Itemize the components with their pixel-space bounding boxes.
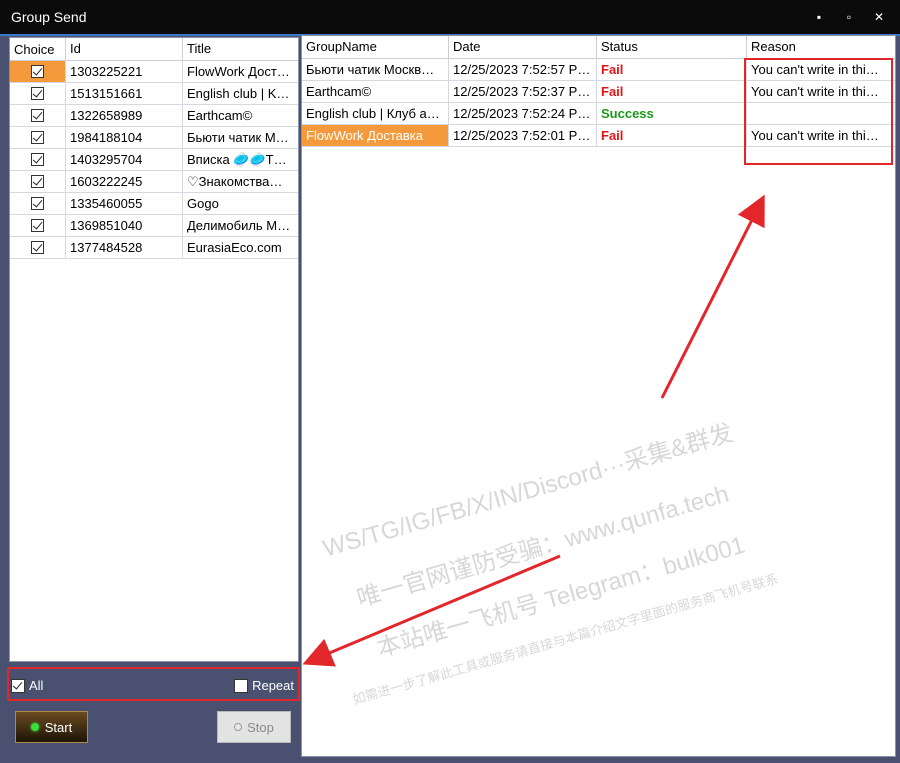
row-choice-cell[interactable]: [10, 237, 66, 258]
result-group-name: Earthcam©: [302, 81, 449, 102]
row-checkbox[interactable]: [31, 175, 44, 188]
result-date: 12/25/2023 7:52:01 P…: [449, 125, 597, 146]
repeat-option[interactable]: Repeat: [234, 678, 294, 693]
stop-indicator-icon: [234, 723, 243, 731]
row-title: Earthcam©: [187, 108, 253, 123]
row-id: 1603222245: [66, 171, 183, 192]
row-choice-cell[interactable]: [10, 61, 66, 82]
row-id: 1303225221: [66, 61, 183, 82]
group-row[interactable]: 1377484528 EurasiaEco.com: [10, 237, 298, 259]
result-row[interactable]: English club | Клуб а… 12/25/2023 7:52:24…: [302, 103, 895, 125]
result-reason: You can't write in thi…: [751, 62, 879, 77]
row-choice-cell[interactable]: [10, 127, 66, 148]
results-panel: GroupName Date Status Reason Бьюти чатик…: [301, 35, 896, 757]
all-label: All: [29, 678, 44, 693]
row-title: Бьюти чатик М…: [187, 130, 289, 145]
result-row[interactable]: Бьюти чатик Москв… 12/25/2023 7:52:57 P… F…: [302, 59, 895, 81]
row-id: 1377484528: [66, 237, 183, 258]
group-row[interactable]: 1303225221 FlowWork Дост…: [10, 61, 298, 83]
send-options: All Repeat: [7, 667, 300, 701]
row-checkbox[interactable]: [31, 87, 44, 100]
row-checkbox[interactable]: [31, 197, 44, 210]
row-choice-cell[interactable]: [10, 105, 66, 126]
header-status[interactable]: Status: [597, 36, 747, 58]
title-bar: Group Send ▪ ▫ ✕: [0, 0, 900, 34]
stop-button[interactable]: Stop: [217, 711, 291, 743]
result-status: Success: [597, 103, 747, 124]
repeat-checkbox[interactable]: [234, 678, 249, 693]
result-row[interactable]: Earthcam© 12/25/2023 7:52:37 P… Fail You ca…: [302, 81, 895, 103]
row-checkbox[interactable]: [31, 109, 44, 122]
repeat-label: Repeat: [252, 678, 294, 693]
start-button[interactable]: Start: [15, 711, 88, 743]
row-title: Вписка 🥏🥏T…: [187, 152, 287, 167]
window-controls: ▪ ▫ ✕: [806, 7, 892, 27]
start-label: Start: [44, 719, 73, 735]
row-choice-cell[interactable]: [10, 171, 66, 192]
stop-label: Stop: [247, 719, 274, 735]
row-title: Делимобиль М…: [187, 218, 291, 233]
row-title: Gogo: [187, 196, 219, 211]
result-status: Fail: [597, 81, 747, 102]
result-reason: [747, 103, 895, 124]
results-header: GroupName Date Status Reason: [302, 36, 895, 59]
row-id: 1513151661: [66, 83, 183, 104]
start-indicator-icon: [30, 723, 39, 731]
group-row[interactable]: 1403295704 Вписка 🥏🥏T…: [10, 149, 298, 171]
result-status: Fail: [597, 125, 747, 146]
header-group-name[interactable]: GroupName: [302, 36, 449, 58]
group-list-header: Choice Id Title: [10, 38, 298, 61]
result-group-name: Бьюти чатик Москв…: [302, 59, 449, 80]
minimize-icon[interactable]: ▪: [806, 7, 832, 27]
row-id: 1335460055: [66, 193, 183, 214]
all-option[interactable]: All: [11, 678, 43, 693]
result-date: 12/25/2023 7:52:57 P…: [449, 59, 597, 80]
result-reason: You can't write in thi…: [751, 128, 879, 143]
row-checkbox[interactable]: [31, 219, 44, 232]
group-row[interactable]: 1369851040 Делимобиль М…: [10, 215, 298, 237]
row-choice-cell[interactable]: [10, 83, 66, 104]
header-reason[interactable]: Reason: [747, 36, 895, 58]
maximize-icon[interactable]: ▫: [836, 7, 862, 27]
group-list-body: 1303225221 FlowWork Дост… 1513151661 Englis…: [10, 61, 298, 259]
result-date: 12/25/2023 7:52:37 P…: [449, 81, 597, 102]
group-row[interactable]: 1322658989 Earthcam©: [10, 105, 298, 127]
row-checkbox[interactable]: [31, 241, 44, 254]
result-row[interactable]: FlowWork Доставка 12/25/2023 7:52:01 P… Fa…: [302, 125, 895, 147]
header-id[interactable]: Id: [66, 38, 183, 60]
result-status: Fail: [597, 59, 747, 80]
row-checkbox[interactable]: [31, 153, 44, 166]
row-title: FlowWork Дост…: [187, 64, 290, 79]
close-icon[interactable]: ✕: [866, 7, 892, 27]
header-choice[interactable]: Choice: [10, 38, 66, 60]
row-checkbox[interactable]: [31, 131, 44, 144]
header-date[interactable]: Date: [449, 36, 597, 58]
row-id: 1403295704: [66, 149, 183, 170]
row-title: EurasiaEco.com: [187, 240, 282, 255]
result-reason: You can't write in thi…: [751, 84, 879, 99]
group-row[interactable]: 1984188104 Бьюти чатик М…: [10, 127, 298, 149]
row-choice-cell[interactable]: [10, 149, 66, 170]
row-id: 1322658989: [66, 105, 183, 126]
result-group-name: FlowWork Доставка: [302, 125, 449, 146]
result-date: 12/25/2023 7:52:24 P…: [449, 103, 597, 124]
row-title: ♡Знакомства…: [187, 174, 283, 189]
row-id: 1369851040: [66, 215, 183, 236]
row-choice-cell[interactable]: [10, 193, 66, 214]
row-checkbox[interactable]: [31, 65, 44, 78]
header-title[interactable]: Title: [183, 38, 298, 60]
results-body: Бьюти чатик Москв… 12/25/2023 7:52:57 P… F…: [302, 59, 895, 147]
group-row[interactable]: 1513151661 English club | K…: [10, 83, 298, 105]
result-group-name: English club | Клуб а…: [302, 103, 449, 124]
row-title: English club | K…: [187, 86, 290, 101]
group-row[interactable]: 1603222245 ♡Знакомства…: [10, 171, 298, 193]
row-id: 1984188104: [66, 127, 183, 148]
row-choice-cell[interactable]: [10, 215, 66, 236]
group-row[interactable]: 1335460055 Gogo: [10, 193, 298, 215]
all-checkbox[interactable]: [11, 678, 25, 693]
window-title: Group Send: [11, 9, 87, 25]
group-list-panel: Choice Id Title 1303225221 FlowWork Дост……: [9, 37, 299, 662]
